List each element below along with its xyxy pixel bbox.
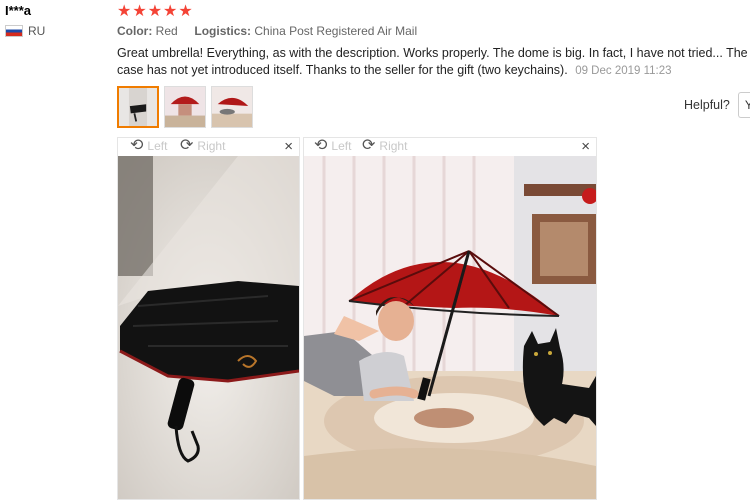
logistics-label: Logistics: (194, 24, 252, 38)
rotate-right-icon: ⟳ (180, 137, 194, 154)
close-icon[interactable]: × (284, 138, 293, 156)
photo-viewer-2: ⟲ Left ⟳ Right × (303, 137, 597, 500)
rotate-left-icon: ⟲ (130, 137, 144, 154)
rotate-right-icon: ⟳ (362, 137, 376, 154)
reviewer-name: I***a (5, 3, 32, 18)
viewer-toolbar: ⟲ Left ⟳ Right × (118, 138, 299, 156)
photo-thumbnail-2[interactable] (164, 86, 206, 128)
review-body: Great umbrella! Everything, as with the … (117, 45, 750, 80)
rotate-right-button[interactable]: ⟳ Right (180, 138, 225, 154)
rotate-right-label: Right (197, 139, 226, 153)
country-code: RU (28, 24, 46, 38)
rating-stars: ★★★★★ (117, 3, 194, 20)
reviewer-country: RU (5, 24, 45, 38)
umbrella-folded-photo (118, 156, 299, 499)
review-date: 09 Dec 2019 11:23 (575, 65, 672, 77)
photo-thumbnail-1[interactable] (117, 86, 159, 128)
rotate-left-label: Left (147, 139, 168, 153)
logistics-value: China Post Registered Air Mail (254, 24, 418, 38)
photo-viewer-1: ⟲ Left ⟳ Right × (117, 137, 300, 500)
close-icon[interactable]: × (581, 138, 590, 156)
rotate-right-label: Right (379, 139, 408, 153)
rotate-left-button[interactable]: ⟲ Left (130, 138, 167, 154)
rotate-left-button[interactable]: ⟲ Left (314, 138, 351, 154)
photo-thumbnails (117, 86, 253, 128)
order-attributes: Color: Red Logistics: China Post Registe… (117, 24, 417, 38)
helpful-yes-button[interactable]: Y (737, 92, 750, 118)
helpful-section: Helpful? Y (684, 92, 750, 118)
viewer-toolbar: ⟲ Left ⟳ Right × (304, 138, 596, 156)
woman-umbrella-cat-photo (304, 156, 596, 499)
color-label: Color: (117, 24, 153, 38)
helpful-label: Helpful? (684, 98, 730, 112)
russia-flag-icon (5, 25, 23, 37)
rotate-left-icon: ⟲ (314, 137, 328, 154)
color-value: Red (155, 24, 178, 38)
photo-thumbnail-3[interactable] (211, 86, 253, 128)
rotate-right-button[interactable]: ⟳ Right (362, 138, 407, 154)
rotate-left-label: Left (331, 139, 352, 153)
